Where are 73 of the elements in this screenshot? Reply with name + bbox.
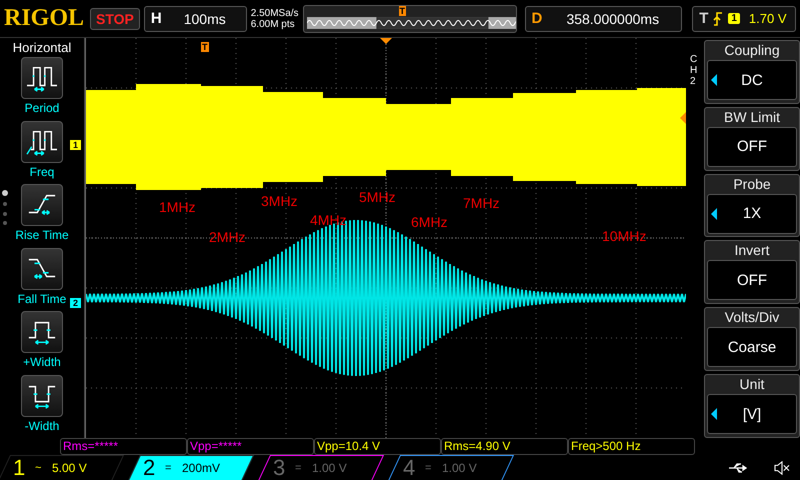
trigger-label: T	[699, 10, 708, 27]
measurement-readout: Rms=4.90 V	[441, 438, 568, 455]
menu-button[interactable]: Coupling DC	[704, 40, 800, 104]
menu-value: 1X	[742, 205, 762, 222]
delay-box[interactable]: D 358.000000ms	[524, 6, 682, 32]
menu-button[interactable]: Probe 1X	[704, 174, 800, 238]
trigger-level-marker	[680, 112, 686, 124]
menu-value: OFF	[737, 272, 767, 289]
menu-label: Freq	[30, 164, 54, 178]
delay-label: D	[532, 10, 542, 27]
rising-edge-icon	[713, 12, 724, 26]
timebase-value: 100ms	[182, 10, 227, 26]
channel-tab[interactable]: 1 ~ 5.00 V	[0, 454, 124, 480]
trigger-center-marker	[380, 38, 392, 44]
channel-label: CH2	[690, 54, 698, 89]
frequency-annotation: 1MHz	[159, 199, 196, 215]
menu-value: [V]	[742, 406, 762, 423]
channel-marker[interactable]: 2	[70, 298, 82, 308]
menu-button[interactable]	[21, 374, 63, 416]
trigger-source: 1	[728, 13, 740, 24]
trigger-position-marker: T	[398, 6, 406, 16]
menu-label: +Width	[23, 355, 61, 369]
menu-label: Period	[24, 101, 60, 115]
frequency-annotation: 10MHz	[602, 228, 646, 244]
menu-value: OFF	[737, 138, 767, 156]
menu-button[interactable]	[21, 57, 63, 99]
sample-rate: 2.50MSa/s	[250, 8, 299, 18]
measurement-readout: Rms=*****	[60, 438, 187, 455]
menu-label: -Width	[24, 418, 60, 432]
menu-button[interactable]	[21, 248, 63, 290]
frequency-annotation: 5MHz	[359, 189, 396, 205]
measurement-readout: Vpp=*****	[187, 438, 314, 455]
horizontal-label: H	[150, 10, 162, 27]
trigger-level: 1.70 V	[748, 11, 787, 26]
frequency-annotation: 6MHz	[411, 214, 448, 230]
menu-button[interactable]	[21, 120, 63, 162]
menu-title: Coupling	[724, 41, 780, 60]
channel-marker[interactable]: 1	[70, 140, 82, 150]
menu-label: Rise Time	[15, 228, 69, 242]
menu-value: DC	[741, 72, 763, 88]
menu-title: Volts/Div	[724, 308, 780, 328]
delay-value: 358.000000ms	[565, 10, 660, 26]
menu-title: BW Limit	[724, 108, 780, 127]
trigger-box[interactable]: T 1 1.70 V	[692, 6, 796, 32]
measurement-readout: Freq>500 Hz	[568, 438, 695, 455]
menu-button[interactable]	[21, 311, 63, 353]
usb-icon	[728, 460, 748, 474]
measurement-readout: Vpp=10.4 V	[314, 438, 441, 455]
run-state-indicator[interactable]: STOP	[90, 8, 140, 30]
frequency-annotation: 3MHz	[261, 193, 298, 209]
trigger-position-marker: T	[201, 42, 208, 52]
brand-logo: RIGOL	[4, 5, 84, 32]
speaker-muted-icon[interactable]	[772, 460, 792, 474]
menu-button[interactable]: BW Limit OFF	[704, 106, 800, 171]
menu-title: Invert	[734, 241, 770, 260]
frequency-annotation: 7MHz	[463, 195, 500, 211]
menu-button[interactable]: Invert OFF	[704, 240, 800, 304]
menu-value: Coarse	[728, 338, 776, 356]
channel-tab[interactable]: 2 = 200mV	[128, 454, 254, 480]
frequency-annotation: 2MHz	[209, 229, 246, 245]
channel-tab[interactable]: 3 = 1.00 V	[258, 454, 384, 480]
memory-depth: 6.00M pts	[250, 18, 296, 30]
menu-button[interactable]	[21, 184, 63, 226]
menu-title: Probe	[733, 174, 771, 194]
frequency-annotation: 4MHz	[310, 212, 347, 228]
menu-title: Unit	[740, 375, 764, 394]
menu-button[interactable]: Unit [V]	[704, 374, 800, 438]
page-indicator-icon	[2, 190, 8, 226]
channel-tab[interactable]: 4 = 1.00 V	[388, 454, 514, 480]
menu-button[interactable]: Volts/Div Coarse	[704, 307, 800, 372]
menu-title: Horizontal	[12, 40, 72, 55]
menu-label: Fall Time	[18, 292, 66, 306]
timebase-box[interactable]: H 100ms	[144, 6, 247, 32]
